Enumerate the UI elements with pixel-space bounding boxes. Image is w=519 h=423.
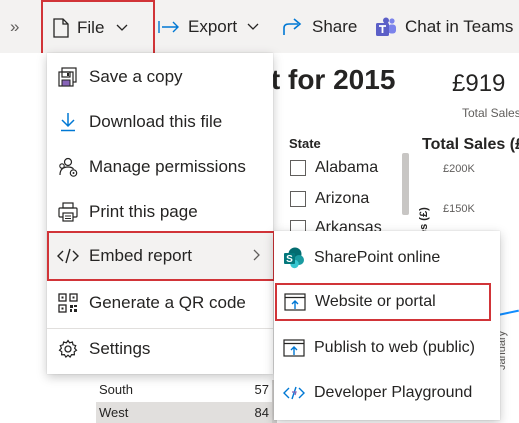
- menu-item-label: Settings: [89, 339, 151, 358]
- menu-item-label: Save a copy: [89, 67, 183, 86]
- sharepoint-icon: S: [283, 247, 305, 269]
- slicer-item-label: Alabama: [315, 159, 379, 176]
- chevron-down-icon: [116, 24, 128, 32]
- export-arrow-icon: [158, 20, 180, 34]
- printer-icon: [57, 201, 79, 223]
- menu-item-label: Manage permissions: [89, 157, 246, 176]
- website-icon: [284, 291, 306, 313]
- chevron-down-icon: [247, 23, 259, 31]
- y-axis-tick: £150K: [443, 203, 475, 215]
- gear-icon: [57, 338, 79, 360]
- menu-item-label: Download this file: [89, 112, 223, 131]
- slicer-item-alabama[interactable]: Alabama: [290, 159, 378, 177]
- kpi-card-label: Total Sales: [462, 106, 519, 120]
- developer-playground-icon: [283, 382, 305, 404]
- chat-in-teams-button[interactable]: Chat in Teams: [375, 0, 513, 53]
- checkbox[interactable]: [290, 191, 306, 207]
- qr-code-icon: [57, 292, 79, 314]
- table-row[interactable]: South 57: [96, 379, 272, 400]
- file-menu-label: File: [77, 17, 105, 37]
- submenu-item-label: Publish to web (public): [314, 339, 475, 356]
- submenu-item-label: Website or portal: [315, 293, 436, 310]
- submenu-item-label: SharePoint online: [314, 249, 441, 266]
- menu-item-download-this-file[interactable]: Download this file: [47, 100, 273, 144]
- chevron-right-icon: [253, 248, 261, 264]
- embed-report-submenu: S SharePoint online Website or portal Pu…: [274, 231, 500, 420]
- top-toolbar: » File Export Share Chat in Teams: [0, 0, 519, 55]
- menu-item-generate-qr-code[interactable]: Generate a QR code: [47, 281, 273, 325]
- export-button[interactable]: Export: [158, 0, 259, 53]
- menu-item-print-this-page[interactable]: Print this page: [47, 190, 273, 234]
- table-row[interactable]: West 84: [96, 402, 272, 423]
- menu-item-label: Print this page: [89, 202, 198, 221]
- state-slicer-title: State: [289, 136, 321, 151]
- expand-nav-icon[interactable]: »: [10, 0, 19, 53]
- menu-item-save-a-copy[interactable]: Save a copy: [47, 55, 273, 99]
- table-cell-region: West: [99, 405, 129, 420]
- submenu-item-developer-playground[interactable]: Developer Playground: [274, 371, 500, 415]
- menu-item-embed-report[interactable]: Embed report: [47, 231, 275, 281]
- menu-item-label: Embed report: [89, 246, 192, 265]
- chart-title: Total Sales (£: [422, 136, 519, 153]
- file-menu-button[interactable]: File: [41, 0, 155, 55]
- share-button[interactable]: Share: [282, 0, 357, 53]
- menu-item-settings[interactable]: Settings: [47, 327, 273, 371]
- slicer-item-label: Arizona: [315, 190, 370, 207]
- export-label: Export: [188, 16, 238, 36]
- download-icon: [57, 111, 79, 133]
- table-cell-value: 57: [254, 382, 269, 397]
- save-copy-icon: [57, 66, 79, 88]
- manage-permissions-icon: [57, 156, 79, 178]
- table-cell-region: South: [99, 382, 133, 397]
- file-icon: [53, 17, 69, 38]
- menu-item-manage-permissions[interactable]: Manage permissions: [47, 145, 273, 189]
- file-menu: Save a copy Download this file Manage pe…: [47, 53, 275, 374]
- kpi-card-value: £919: [452, 70, 506, 97]
- slicer-item-arizona[interactable]: Arizona: [290, 190, 369, 208]
- embed-code-icon: [57, 245, 79, 267]
- chat-in-teams-label: Chat in Teams: [405, 16, 514, 36]
- submenu-item-sharepoint-online[interactable]: S SharePoint online: [274, 236, 500, 280]
- publish-web-icon: [283, 337, 305, 359]
- submenu-item-label: Developer Playground: [314, 384, 473, 401]
- checkbox[interactable]: [290, 160, 306, 176]
- share-icon: [282, 17, 304, 36]
- report-title: rt for 2015: [260, 64, 396, 95]
- y-axis-tick: £200K: [443, 163, 475, 175]
- share-label: Share: [312, 16, 358, 36]
- table-cell-value: 84: [254, 405, 269, 420]
- slicer-scrollbar[interactable]: [402, 153, 409, 215]
- svg-text:S: S: [286, 254, 293, 265]
- submenu-item-website-or-portal[interactable]: Website or portal: [275, 283, 491, 321]
- submenu-item-publish-to-web[interactable]: Publish to web (public): [274, 326, 500, 370]
- teams-icon: [375, 17, 397, 37]
- menu-item-label: Generate a QR code: [89, 293, 246, 312]
